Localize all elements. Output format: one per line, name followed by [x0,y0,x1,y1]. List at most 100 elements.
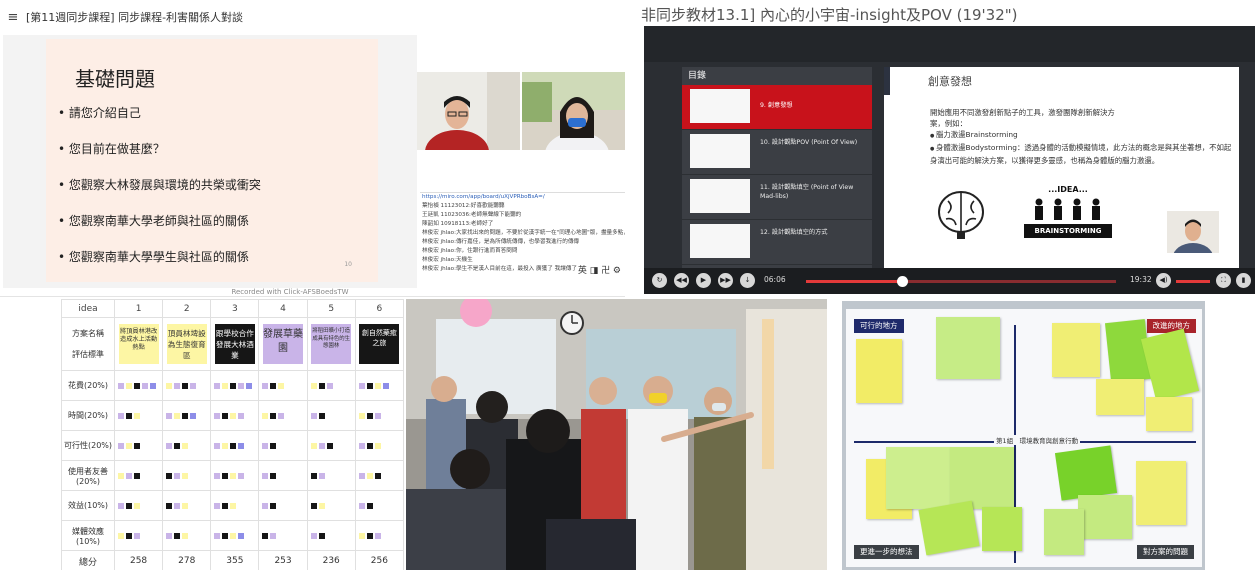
recorded-watermark: Recorded with Click-AFSBoedsTW [231,288,349,296]
vote-cell [162,400,212,431]
sticky-note [1052,323,1100,377]
toc-header: 目錄 [688,71,707,81]
volume-icon[interactable]: ◀) [1156,273,1171,288]
sticky-note [918,500,980,556]
toc-item-10[interactable]: 10. 設計觀點POV (Point Of View) [682,130,872,175]
forward-icon[interactable]: ▶▶ [718,273,733,288]
idea-note-1: 將頂員林港改造成水上活動熱點 [118,324,159,364]
idea-number: 3 [210,299,260,318]
classroom-photo [406,299,827,570]
chat-link[interactable]: https://miro.com/app/board/uXjVPRboBsA=/ [420,193,625,202]
vote-cell [210,490,260,521]
download-icon[interactable]: ↓ [740,273,755,288]
toc-item-label: 10. 設計觀點POV (Point Of View) [760,139,858,146]
chat-panel[interactable]: https://miro.com/app/board/uXjVPRboBsA=/… [420,192,625,296]
fullscreen-icon[interactable]: ⛶ [1216,273,1231,288]
time-current: 06:06 [764,275,786,284]
slide-bullet: 您觀察南華大學學生與社區的關係 [58,249,261,285]
criteria-row: 時間(20%) [61,400,404,431]
sticky-note [886,447,950,509]
play-icon[interactable]: ▶ [696,273,711,288]
vote-cell [210,370,260,401]
total-value: 256 [354,550,404,570]
vote-cell [210,460,260,491]
sticky-note [1140,328,1200,402]
vote-cell [162,520,212,551]
chat-toolbar-icons[interactable]: 英 ◨ 卍 ⚙ [578,263,621,276]
row-label-criteria: 評估標準 [72,350,104,359]
tag-questions: 對方案的問題 [1137,545,1194,559]
vote-cell [113,400,164,431]
chat-message: 王廷凱 11023036:老師無聲線下能聽的 [422,212,522,218]
slide-bullet: 您觀察南華大學老師與社區的關係 [58,213,261,249]
criteria-label: 媒體效應(10%) [61,520,115,551]
vote-cell [113,370,164,401]
participant-man-image [417,72,520,150]
idea-number: 5 [306,299,356,318]
progress-bar[interactable] [806,276,1116,287]
sticky-note [1078,495,1132,539]
video-player-panel: 非同步教材13.1] 內心的小宇宙-insight及POV (19'32") 目… [633,0,1255,296]
chat-message: 葉怡禎 11123012:好喜歡能聽聽 [422,203,505,209]
sticky-note [950,447,1014,509]
criteria-label: 花費(20%) [61,370,115,401]
tag-feasible: 可行的地方 [854,319,904,333]
toc-item-label: 12. 設計觀點填空的方式 [760,229,828,236]
vote-cell [258,370,308,401]
progress-handle[interactable] [897,276,909,287]
vote-cell [210,430,260,461]
toc-item-9[interactable]: 9. 創意發想 [682,85,872,130]
chat-message: 陳韶如 10918113:老師好了 [422,221,494,227]
criteria-label: 時間(20%) [61,400,115,431]
idea-number: 6 [354,299,404,318]
toc-thumbnail [690,179,750,213]
criteria-row: 使用者友善(20%) [61,460,404,491]
toc-item-11[interactable]: 11. 設計觀點填空 (Point of View Mad-libs) [682,175,872,220]
slide-bullet: 您觀察大林發展與環境的共榮或衝突 [58,177,261,213]
rewind-icon[interactable]: ◀◀ [674,273,689,288]
participant-video-2[interactable] [522,72,625,150]
participant-woman-image [522,72,625,150]
brainstorm-people-icon [1035,198,1100,220]
total-value: 236 [306,550,356,570]
toc-item-12[interactable]: 12. 設計觀點填空的方式 [682,220,872,265]
progress-fill [806,280,903,283]
vote-cell [210,400,260,431]
lesson-bullet: 腦力激盪Brainstorming [930,129,1236,142]
video-title: 非同步教材13.1] 內心的小宇宙-insight及POV (19'32") [641,6,1018,24]
shared-slide: 基礎問題 請您介紹自己 您目前在做甚麼？ 您觀察大林發展與環境的共榮或衝突 您觀… [3,35,417,288]
vote-cell [354,400,404,431]
tag-further-ideas: 更進一步的想法 [854,545,919,559]
sticky-note [1096,379,1144,415]
vote-cell [306,430,356,461]
vote-cell [162,370,212,401]
sticky-note-board-photo: 可行的地方 改進的地方 更進一步的想法 對方案的問題 第1組 環境教育與創意行動 [842,301,1205,570]
hamburger-menu-icon[interactable]: ≡ [0,10,26,25]
vote-cell [354,490,404,521]
replay-icon[interactable]: ↻ [652,273,667,288]
video-screen[interactable]: 目錄 9. 創意發想 10. 設計觀點POV (Point Of View) 1… [644,26,1255,294]
chat-message: 林俊宏 jhlao:大家找出來的問題，不要於從漢字統一在"同理心地圖"版，盡量多… [422,230,625,236]
total-value: 278 [162,550,212,570]
sticky-note [856,339,902,403]
vote-cell [113,490,164,521]
player-controls: ↻ ◀◀ ▶ ▶▶ ↓ 06:06 19:32 ◀) ⛶ ▮ [644,268,1255,294]
sidebar-toggle-icon[interactable]: ▮ [1236,273,1251,288]
vote-cell [258,400,308,431]
brain-icon [938,191,984,239]
students-discussion-image [406,299,827,570]
vote-cell [306,460,356,491]
idea-note-2: 頂員林埤設為生態復育區 [166,324,207,364]
slide-page: 基礎問題 請您介紹自己 您目前在做甚麼？ 您觀察大林發展與環境的共榮或衝突 您觀… [46,39,378,282]
toc-item-label: 9. 創意發想 [760,102,793,109]
lesson-text-line: 案，例如： [930,119,967,128]
criteria-label: 使用者友善(20%) [61,460,115,491]
idea-number-row: idea 1 2 3 4 5 6 [61,299,404,318]
volume-slider[interactable] [1176,280,1210,283]
evaluation-table: idea 1 2 3 4 5 6 方案名稱 評估標準 將頂員林港改造成水上活動熱… [61,299,404,570]
brainstorming-label: BRAINSTORMING [1024,224,1112,238]
total-row: 總分 258 278 355 253 236 256 [61,550,404,570]
vote-cell [113,430,164,461]
participant-video-1[interactable] [417,72,520,150]
slide-bullet: 您目前在做甚麼？ [58,141,261,177]
